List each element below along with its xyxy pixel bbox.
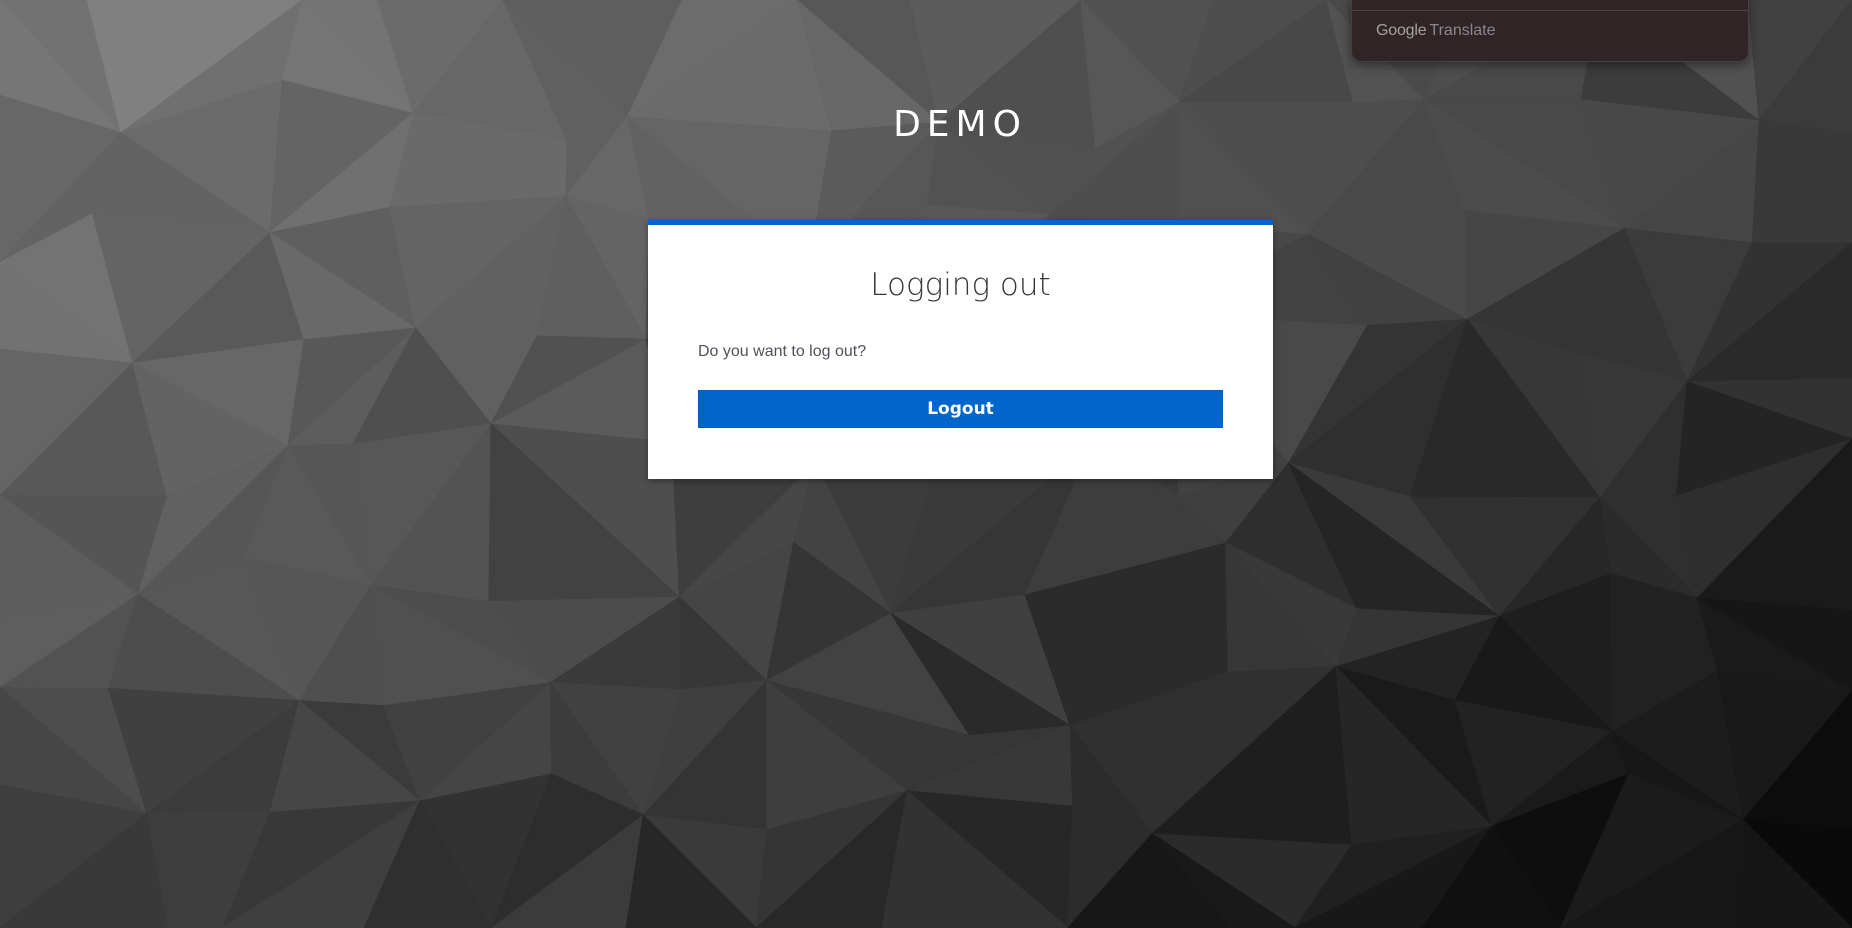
realm-title: DEMO: [893, 104, 1027, 145]
logout-prompt: Do you want to log out?: [698, 343, 867, 360]
google-wordmark: Google: [1376, 22, 1427, 39]
logout-card: Logging out Do you want to log out? Logo…: [648, 220, 1273, 479]
translate-divider: [1352, 10, 1748, 11]
google-translate-popup: Google Translate: [1351, 0, 1749, 62]
google-translate-logo[interactable]: Google Translate: [1376, 22, 1496, 40]
logout-button[interactable]: Logout: [698, 390, 1223, 428]
translate-wordmark: Translate: [1429, 22, 1496, 39]
page-title: Logging out: [870, 267, 1051, 303]
